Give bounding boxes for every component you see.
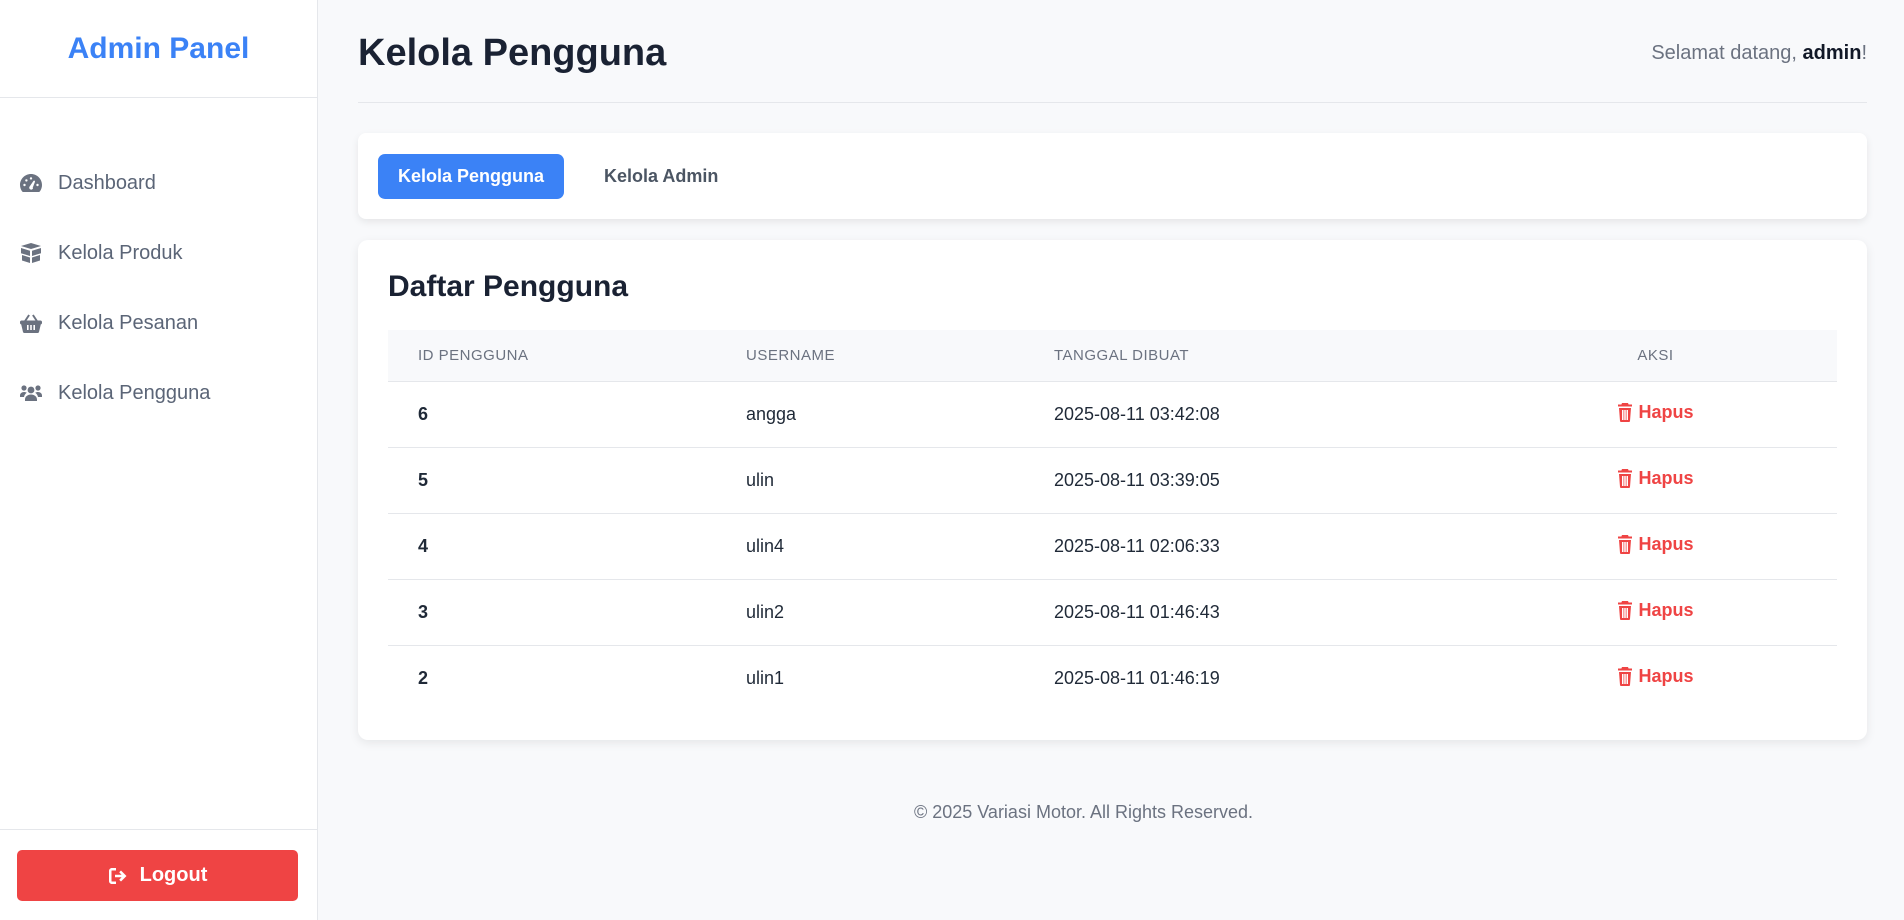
trash-icon — [1618, 534, 1633, 554]
sidebar-nav: Dashboard Kelola Produk Kelola Pesanan K… — [0, 98, 317, 428]
table-title: Daftar Pengguna — [388, 270, 629, 303]
tab-kelola-pengguna[interactable]: Kelola Pengguna — [378, 153, 565, 199]
table-row: 2 ulin1 2025-08-11 01:46:19 Hapus — [388, 645, 1837, 711]
cell-action: Hapus — [1474, 381, 1837, 447]
welcome-message: Selamat datang, admin! — [1651, 38, 1867, 65]
welcome-suffix: ! — [1861, 41, 1867, 64]
column-header-username: USERNAME — [746, 330, 1054, 382]
sidebar-item-kelola-pengguna[interactable]: Kelola Pengguna — [0, 358, 317, 428]
cell-action: Hapus — [1474, 513, 1837, 579]
table-row: 3 ulin2 2025-08-11 01:46:43 Hapus — [388, 579, 1837, 645]
trash-icon — [1618, 666, 1633, 686]
cell-action: Hapus — [1474, 447, 1837, 513]
delete-label: Hapus — [1638, 401, 1694, 422]
cell-username: angga — [746, 403, 797, 424]
cell-username: ulin1 — [746, 667, 785, 688]
cell-created: 2025-08-11 03:42:08 — [1054, 403, 1220, 424]
cell-action: Hapus — [1474, 579, 1837, 645]
sidebar-item-label: Kelola Produk — [58, 241, 183, 264]
sidebar: Admin Panel Dashboard Kelola Produk Kelo… — [0, 0, 318, 920]
delete-label: Hapus — [1638, 467, 1694, 488]
logout-button[interactable]: Logout — [17, 850, 298, 901]
cell-id: 2 — [418, 667, 429, 688]
sidebar-footer: Logout — [0, 829, 318, 920]
column-header-id: ID PENGGUNA — [388, 330, 746, 382]
cell-created: 2025-08-11 02:06:33 — [1054, 535, 1220, 556]
cell-id: 3 — [418, 601, 429, 622]
cell-created: 2025-08-11 01:46:19 — [1054, 667, 1220, 688]
delete-button[interactable]: Hapus — [1617, 401, 1694, 423]
sidebar-item-kelola-pesanan[interactable]: Kelola Pesanan — [0, 288, 317, 358]
delete-button[interactable]: Hapus — [1617, 665, 1694, 687]
table-row: 4 ulin4 2025-08-11 02:06:33 Hapus — [388, 513, 1837, 579]
page-title: Kelola Pengguna — [358, 31, 667, 74]
page-header: Kelola Pengguna Selamat datang, admin! — [358, 0, 1867, 103]
cell-created: 2025-08-11 01:46:43 — [1054, 601, 1220, 622]
logout-label: Logout — [139, 864, 208, 886]
users-table-card: Daftar Pengguna ID PENGGUNA USERNAME TAN… — [358, 240, 1867, 740]
box-icon — [18, 240, 44, 266]
cell-id: 4 — [418, 535, 429, 556]
sidebar-item-dashboard[interactable]: Dashboard — [0, 148, 317, 218]
cell-action: Hapus — [1474, 645, 1837, 711]
column-header-created: TANGGAL DIBUAT — [1054, 330, 1474, 382]
trash-icon — [1618, 402, 1633, 422]
delete-label: Hapus — [1638, 533, 1694, 554]
cell-username: ulin — [746, 469, 775, 490]
cell-id: 5 — [418, 469, 429, 490]
page-footer: © 2025 Variasi Motor. All Rights Reserve… — [913, 802, 1254, 822]
sidebar-item-kelola-produk[interactable]: Kelola Produk — [0, 218, 317, 288]
delete-button[interactable]: Hapus — [1617, 599, 1694, 621]
column-header-action: AKSI — [1474, 330, 1837, 382]
welcome-username: admin — [1802, 41, 1862, 64]
cell-created: 2025-08-11 03:39:05 — [1054, 469, 1220, 490]
cell-username: ulin4 — [746, 535, 785, 556]
tab-kelola-admin[interactable]: Kelola Admin — [584, 154, 738, 199]
table-row: 5 ulin 2025-08-11 03:39:05 Hapus — [388, 447, 1837, 513]
main-content: Kelola Pengguna Selamat datang, admin! K… — [358, 0, 1867, 823]
delete-label: Hapus — [1638, 665, 1694, 686]
delete-button[interactable]: Hapus — [1617, 467, 1694, 489]
delete-button[interactable]: Hapus — [1617, 533, 1694, 555]
table-row: 6 angga 2025-08-11 03:42:08 Hapus — [388, 381, 1837, 447]
table-header-row: ID PENGGUNA USERNAME TANGGAL DIBUAT AKSI — [388, 330, 1837, 382]
brand-title: Admin Panel — [0, 0, 317, 98]
cell-username: ulin2 — [746, 601, 785, 622]
dashboard-gauge-icon — [18, 170, 44, 196]
sidebar-item-label: Kelola Pesanan — [58, 311, 199, 334]
shopping-basket-icon — [18, 310, 44, 336]
trash-icon — [1618, 600, 1633, 620]
trash-icon — [1618, 468, 1633, 488]
users-icon — [18, 380, 44, 406]
cell-id: 6 — [418, 403, 429, 424]
sign-out-icon — [108, 867, 127, 884]
sidebar-item-label: Dashboard — [58, 171, 156, 194]
welcome-prefix: Selamat datang, — [1651, 41, 1803, 64]
users-table: ID PENGGUNA USERNAME TANGGAL DIBUAT AKSI… — [388, 330, 1837, 711]
sidebar-item-label: Kelola Pengguna — [58, 381, 211, 404]
tabs-bar: Kelola Pengguna Kelola Admin — [358, 133, 1867, 219]
delete-label: Hapus — [1638, 599, 1694, 620]
